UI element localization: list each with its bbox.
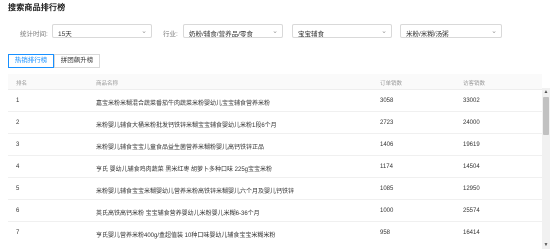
row-orders: 1406 [380,142,394,148]
chevron-down-icon: ⌄ [141,28,147,35]
row-rank: 1 [16,98,20,104]
table-row[interactable]: 1 嘉宝米粉米糊混合蔬菜番茄牛肉蔬菜米粉婴幼儿宝宝辅食营养米粉 3058 330… [8,90,542,112]
row-product-name: 英氏高铁高钙米粉 宝宝辅食营养婴幼儿米粉婴儿米糊6-36个月 [96,211,260,217]
table-row[interactable]: 6 英氏高铁高钙米粉 宝宝辅食营养婴幼儿米粉婴儿米糊6-36个月 1000 25… [8,200,542,222]
table-row[interactable]: 7 亨氏婴儿营养米粉400g/盒超值装 10种口味婴幼儿辅食宝宝米糊米粉 958… [8,222,542,244]
row-conversion: 24000 [463,120,480,126]
subcategory-select[interactable]: 米粉/米糊/汤粥 ⌄ [400,24,502,38]
row-rank: 2 [16,120,20,126]
period-label: 统计时间: [20,31,48,38]
table-row[interactable]: 4 亨氏 婴幼儿辅食鸡肉蔬菜 黑米红枣 胡萝卜多种口味 225g宝宝米粉 117… [8,156,542,178]
tab-group-surge[interactable]: 拼团飙升榜 [54,54,100,68]
period-value: 15天 [58,31,72,38]
table-row[interactable]: 5 米粉婴儿辅食宝宝米糊婴幼儿营养米粉高铁锌米糊婴儿六个月及婴儿钙铁锌 1085… [8,178,542,200]
ranking-table: 排名 商品名称 订单销数 访客销数 1 嘉宝米粉米糊混合蔬菜番茄牛肉蔬菜米粉婴幼… [8,74,542,249]
row-rank: 4 [16,164,20,170]
subcategory-value: 米粉/米糊/汤粥 [406,31,449,38]
table-row[interactable]: 3 米粉婴儿辅食宝宝儿童食品益生菌营养米糊粉婴儿高钙铁锌正品 1406 1961… [8,134,542,156]
row-conversion: 14504 [463,164,480,170]
row-rank: 7 [16,230,20,236]
industry-value: 奶粉/辅食/营养品/零食 [189,31,253,38]
row-conversion: 12950 [463,186,480,192]
industry-select[interactable]: 奶粉/辅食/营养品/零食 ⌄ [183,24,283,38]
row-conversion: 33002 [463,98,480,104]
category-select[interactable]: 宝宝辅食 ⌄ [292,24,392,38]
table-header: 排名 商品名称 订单销数 访客销数 [8,74,542,90]
row-rank: 3 [16,142,20,148]
row-product-name: 米粉婴儿辅食宝宝儿童食品益生菌营养米糊粉婴儿高钙铁锌正品 [96,145,265,151]
chevron-down-icon: ⌄ [272,28,278,35]
header-rank: 排名 [16,81,28,87]
table-scrollbar[interactable]: ▲ ▼ [542,88,550,249]
arrow-up-icon[interactable]: ▲ [542,88,550,96]
row-product-name: 亨氏 婴幼儿辅食鸡肉蔬菜 黑米红枣 胡萝卜多种口味 225g宝宝米粉 [96,167,273,173]
row-conversion: 16414 [463,230,480,236]
row-product-name: 亨氏婴儿营养米粉400g/盒超值装 10种口味婴幼儿辅食宝宝米糊米粉 [96,233,276,239]
row-orders: 2723 [380,120,394,126]
row-product-name: 米粉婴儿辅食宝宝米糊婴幼儿营养米粉高铁锌米糊婴儿六个月及婴儿钙铁锌 [96,189,295,195]
row-conversion: 19619 [463,142,480,148]
header-orders: 订单销数 [380,81,403,87]
page-title: 搜索商品排行榜 [8,3,66,12]
row-product-name: 米粉婴儿辅食大桶米粉批发钙铁锌米糊宝宝辅食婴幼儿米粉1段6个月 [96,123,277,129]
row-orders: 1000 [380,208,394,214]
chevron-down-icon: ⌄ [381,28,387,35]
row-orders: 958 [380,230,391,236]
filter-bar: 统计时间: 15天 ⌄ 行业: 奶粉/辅食/营养品/零食 ⌄ 宝宝辅食 ⌄ 米粉… [0,20,554,42]
header-conversion: 访客销数 [463,81,486,87]
table-row[interactable]: 2 米粉婴儿辅食大桶米粉批发钙铁锌米糊宝宝辅食婴幼儿米粉1段6个月 2723 2… [8,112,542,134]
arrow-down-icon[interactable]: ▼ [542,241,550,249]
row-orders: 1085 [380,186,394,192]
header-name: 商品名称 [96,81,119,87]
row-rank: 5 [16,186,20,192]
period-select[interactable]: 15天 ⌄ [52,24,152,38]
row-conversion: 25574 [463,208,480,214]
chevron-down-icon: ⌄ [491,28,497,35]
category-value: 宝宝辅食 [298,31,324,38]
row-rank: 6 [16,208,20,214]
row-orders: 3058 [380,98,394,104]
row-orders: 1174 [380,164,393,170]
scrollbar-thumb[interactable] [543,97,549,135]
row-product-name: 嘉宝米粉米糊混合蔬菜番茄牛肉蔬菜米粉婴幼儿宝宝辅食营养米粉 [96,101,271,107]
industry-label: 行业: [163,31,178,38]
tab-hot-sales[interactable]: 热销排行榜 [8,54,54,68]
